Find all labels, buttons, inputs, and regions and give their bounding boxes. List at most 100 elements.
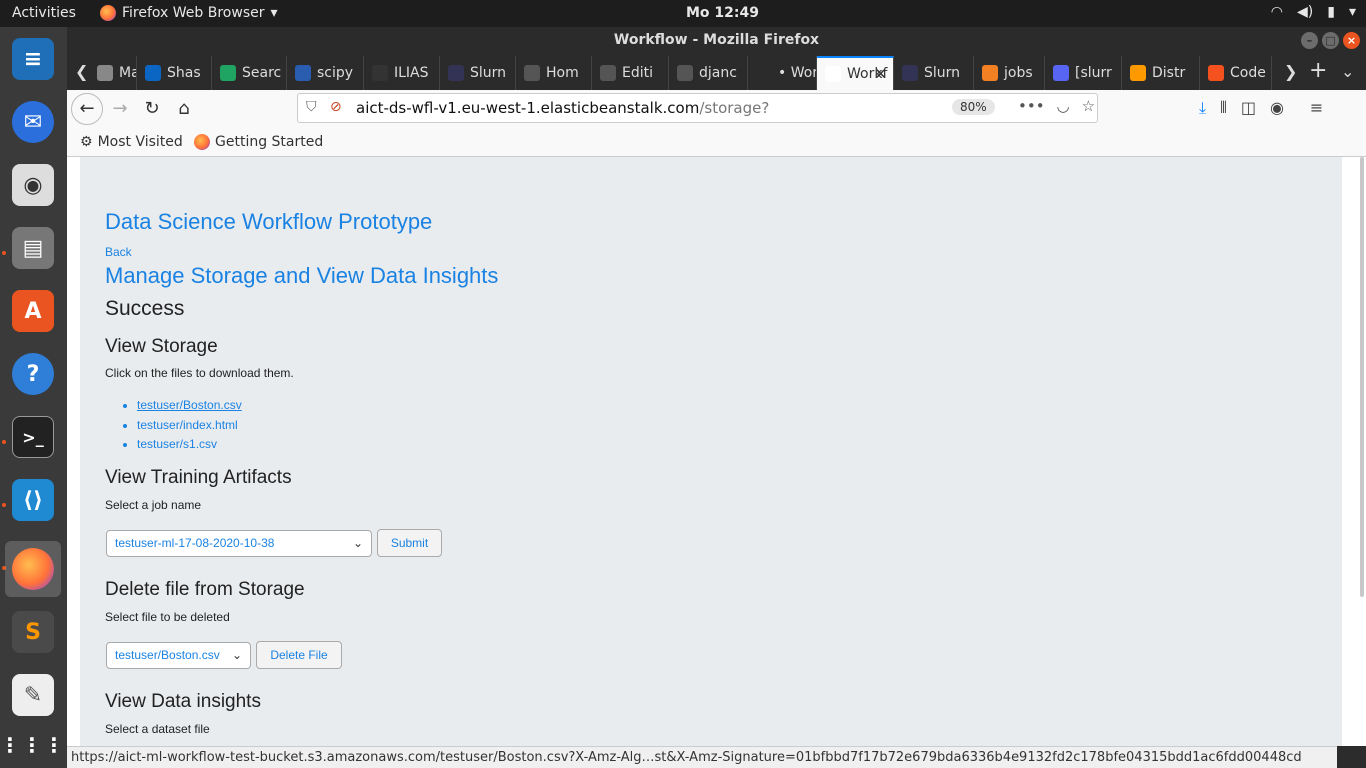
browser-tab[interactable]: Slurn	[440, 56, 516, 90]
insights-hint: Select a dataset file	[105, 722, 210, 736]
browser-tab[interactable]: djanc	[669, 56, 748, 90]
app-menu[interactable]: Firefox Web Browser ▾	[100, 5, 278, 21]
navigation-toolbar: ← → ↻ ⌂ ⛉ ⊘ aict-ds-wfl-v1.eu-west-1.ela…	[67, 90, 1366, 127]
tab-favicon-icon	[372, 65, 388, 81]
file-link[interactable]: testuser/Boston.csv	[137, 398, 242, 412]
delete-hint: Select file to be deleted	[105, 610, 230, 624]
dock-software[interactable]: A	[5, 283, 61, 339]
dock-writer[interactable]: ≡	[5, 31, 61, 87]
bookmarks-toolbar: ⚙ Most Visited Getting Started	[67, 127, 1366, 157]
dock-thunderbird[interactable]: ✉	[5, 94, 61, 150]
list-item: testuser/Boston.csv	[137, 398, 242, 418]
forward-button[interactable]: →	[107, 96, 133, 122]
tab-favicon-icon	[524, 65, 540, 81]
reload-button[interactable]: ↻	[139, 96, 165, 122]
browser-tab[interactable]: ILIAS	[364, 56, 440, 90]
back-link[interactable]: Back	[105, 245, 132, 259]
file-link[interactable]: testuser/index.html	[137, 418, 238, 432]
bookmark-label: Most Visited	[97, 134, 183, 150]
pocket-icon[interactable]: ◡	[1057, 97, 1070, 115]
dock-firefox[interactable]	[5, 541, 61, 597]
job-name-select[interactable]: testuser-ml-17-08-2020-10-38 ⌄	[106, 530, 372, 557]
library-icon[interactable]: ⫴	[1220, 98, 1227, 118]
file-link[interactable]: testuser/s1.csv	[137, 437, 217, 451]
bookmark-star-icon[interactable]: ☆	[1082, 97, 1095, 115]
list-all-tabs-button[interactable]: ⌄	[1341, 62, 1354, 81]
insecure-lock-icon[interactable]: ⊘	[330, 99, 342, 115]
home-button[interactable]: ⌂	[171, 96, 197, 122]
tab-label: Searc	[242, 65, 282, 81]
maximize-button[interactable]: □	[1322, 32, 1339, 49]
terminal-icon: >_	[12, 416, 54, 458]
more-actions-icon[interactable]: •••	[1018, 97, 1045, 115]
close-tab-icon[interactable]: ✕	[874, 65, 887, 83]
help-icon: ?	[12, 353, 54, 395]
sidebar-icon[interactable]: ◫	[1241, 98, 1256, 118]
speaker-icon: ◉	[12, 164, 54, 206]
browser-tab[interactable]: Workf ✕	[817, 56, 894, 90]
back-button[interactable]: ←	[71, 93, 103, 125]
browser-tab[interactable]: [slurr	[1045, 56, 1122, 90]
clock[interactable]: Mo 12:49	[686, 5, 759, 21]
browser-tab[interactable]: jobs	[974, 56, 1045, 90]
scroll-tabs-right-button[interactable]: ❯	[1284, 62, 1297, 81]
page-title[interactable]: Data Science Workflow Prototype	[105, 209, 432, 235]
new-tab-button[interactable]: +	[1309, 58, 1327, 83]
submit-button[interactable]: Submit	[377, 529, 442, 557]
sublime-icon: S	[12, 611, 54, 653]
hamburger-menu-icon[interactable]: ≡	[1310, 98, 1323, 118]
activities-button[interactable]: Activities	[12, 5, 76, 21]
dock-rhythmbox[interactable]: ◉	[5, 157, 61, 213]
browser-tab[interactable]: Hom	[516, 56, 592, 90]
browser-tab[interactable]: • Work	[748, 56, 817, 90]
writer-icon: ≡	[12, 38, 54, 80]
shield-icon[interactable]: ⛉	[306, 99, 317, 115]
tab-label: Shas	[167, 65, 201, 81]
browser-tab[interactable]: Shas	[137, 56, 212, 90]
training-hint: Select a job name	[105, 498, 202, 512]
bookmark-getting-started[interactable]: Getting Started	[194, 134, 323, 150]
url-text[interactable]: aict-ds-wfl-v1.eu-west-1.elasticbeanstal…	[356, 99, 769, 117]
tab-label: Mach	[119, 65, 136, 81]
bookmark-most-visited[interactable]: ⚙ Most Visited	[80, 134, 183, 150]
page-subtitle[interactable]: Manage Storage and View Data Insights	[105, 263, 498, 289]
browser-tab[interactable]: Distr	[1122, 56, 1200, 90]
minimize-button[interactable]: –	[1301, 32, 1318, 49]
app-grid-icon: ⋮⋮⋮	[0, 733, 66, 757]
app-menu-label: Firefox Web Browser	[122, 5, 265, 21]
chevron-down-icon: ▾	[1348, 4, 1356, 20]
dock-vscode[interactable]: ⟨⟩	[5, 472, 61, 528]
browser-tab[interactable]: Slurn	[894, 56, 974, 90]
url-bar[interactable]: ⛉ ⊘ aict-ds-wfl-v1.eu-west-1.elasticbean…	[297, 93, 1098, 123]
tab-label: Slurn	[924, 65, 961, 81]
close-window-button[interactable]: ×	[1343, 32, 1360, 49]
dock-text-editor[interactable]: ✎	[5, 667, 61, 723]
dock-sublime[interactable]: S	[5, 604, 61, 660]
delete-file-select[interactable]: testuser/Boston.csv ⌄	[106, 642, 251, 669]
downloads-icon[interactable]: ⤓	[1199, 98, 1206, 118]
chevron-down-icon: ⌄	[352, 536, 363, 550]
insights-heading: View Data insights	[105, 691, 261, 712]
browser-tab[interactable]: Code	[1200, 56, 1272, 90]
show-apps-button[interactable]: ⋮⋮⋮	[0, 717, 66, 768]
zoom-indicator[interactable]: 80%	[952, 99, 995, 115]
dock-help[interactable]: ?	[5, 346, 61, 402]
tab-favicon-icon	[220, 65, 236, 81]
page-scrollbar[interactable]	[1360, 157, 1364, 597]
browser-tab[interactable]: Searc	[212, 56, 287, 90]
firefox-icon	[194, 134, 210, 150]
tab-favicon-icon	[600, 65, 616, 81]
dock-files[interactable]: ▤	[5, 220, 61, 276]
tab-favicon-icon	[825, 66, 841, 82]
tab-label: Code	[1230, 65, 1266, 81]
delete-file-button[interactable]: Delete File	[256, 641, 342, 669]
browser-tab[interactable]: Mach	[89, 56, 137, 90]
window-controls: – □ ×	[1301, 32, 1360, 49]
scroll-tabs-left-button[interactable]: ❮	[75, 62, 88, 81]
status-message: Success	[105, 297, 185, 320]
dock-terminal[interactable]: >_	[5, 409, 61, 465]
browser-tab[interactable]: Editi	[592, 56, 669, 90]
account-icon[interactable]: ◉	[1270, 98, 1284, 118]
browser-tab[interactable]: scipy	[287, 56, 364, 90]
system-tray[interactable]: ◠ ◀) ▮ ▾	[1271, 4, 1356, 20]
